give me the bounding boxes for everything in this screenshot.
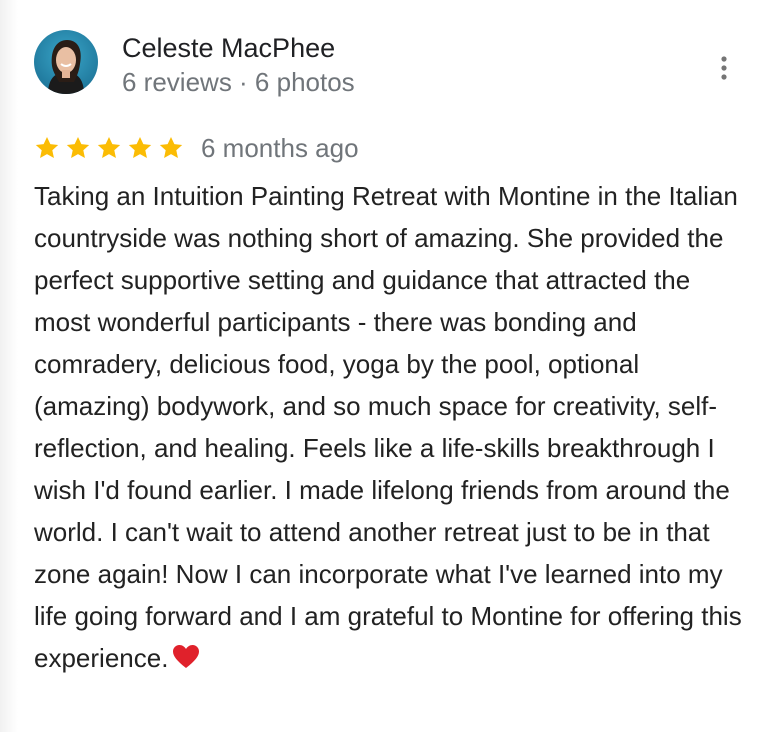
star-icon (35, 136, 59, 158)
star-rating (34, 135, 189, 161)
rating-row: 6 months ago (34, 130, 359, 166)
heart-icon (173, 645, 200, 668)
more-vert-icon (721, 56, 727, 80)
star-icon (159, 136, 183, 158)
reviewer-meta: 6 reviews · 6 photos (122, 67, 355, 97)
page-edge (0, 0, 18, 732)
avatar-photo (34, 30, 98, 94)
star-icon (128, 136, 152, 158)
more-options-button[interactable] (708, 50, 740, 86)
star-icon (66, 136, 90, 158)
avatar[interactable] (34, 30, 98, 94)
reviewer-name[interactable]: Celeste MacPhee (122, 31, 335, 65)
review-text: Taking an Intuition Painting Retreat wit… (34, 175, 752, 679)
star-icon (97, 136, 121, 158)
review-body: Taking an Intuition Painting Retreat wit… (34, 181, 742, 673)
review-time: 6 months ago (201, 133, 359, 163)
